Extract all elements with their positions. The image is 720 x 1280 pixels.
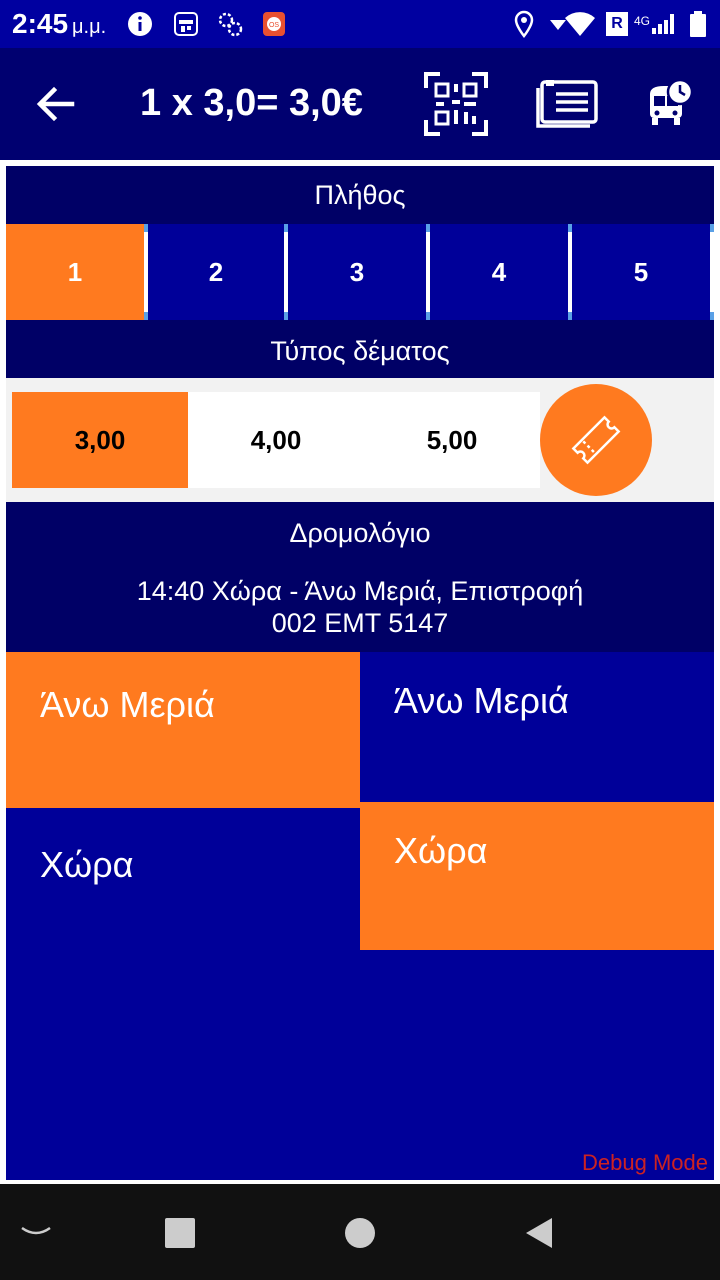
quantity-title: Πλήθος xyxy=(314,180,406,210)
issue-ticket-button[interactable] xyxy=(540,384,652,496)
svg-text:OS: OS xyxy=(269,22,279,29)
stop-label: Άνω Μεριά xyxy=(40,684,215,725)
quantity-option-1[interactable]: 1 xyxy=(6,224,144,320)
route-panel: Δρομολόγιο 14:40 Χώρα - Άνω Μεριά, Επιστ… xyxy=(6,502,714,1180)
app-notification-icon: OS xyxy=(263,12,285,36)
to-stop-ano-meria[interactable]: Άνω Μεριά xyxy=(360,652,714,802)
package-option-300[interactable]: 3,00 xyxy=(12,392,188,488)
settings-icon xyxy=(218,12,243,37)
roaming-badge: R xyxy=(606,12,628,36)
stop-label: Άνω Μεριά xyxy=(394,680,569,721)
quantity-header: Πλήθος xyxy=(6,166,714,224)
tickets-list-icon[interactable] xyxy=(536,76,600,130)
divider xyxy=(710,224,714,320)
package-title: Τύπος δέματος xyxy=(270,336,450,366)
status-time: 2:45 xyxy=(12,8,69,39)
store-icon xyxy=(174,12,198,36)
route-description: 14:40 Χώρα - Άνω Μεριά, Επιστροφή xyxy=(136,576,584,606)
route-header: Δρομολόγιο 14:40 Χώρα - Άνω Μεριά, Επιστ… xyxy=(6,502,714,652)
quantity-option-5[interactable]: 5 xyxy=(572,224,710,320)
quantity-option-4[interactable]: 4 xyxy=(430,224,568,320)
from-stop-chora[interactable]: Χώρα xyxy=(6,808,360,950)
bus-schedule-icon[interactable] xyxy=(646,78,694,130)
quantity-option-2[interactable]: 2 xyxy=(148,224,284,320)
toolbar: 1 x 3,0= 3,0€ xyxy=(0,48,720,160)
hide-keyboard-icon[interactable] xyxy=(18,1222,54,1242)
status-bar: 2:45 μ.μ. OS R 4G xyxy=(0,0,720,48)
ticket-icon xyxy=(571,415,621,465)
package-option-500[interactable]: 5,00 xyxy=(364,392,540,488)
qr-scan-icon[interactable] xyxy=(422,70,490,138)
cell-signal-icon xyxy=(652,14,674,34)
navigation-bar xyxy=(0,1184,720,1280)
route-title: Δρομολόγιο xyxy=(289,518,431,548)
to-stop-chora[interactable]: Χώρα xyxy=(360,802,714,950)
home-button[interactable] xyxy=(345,1218,375,1248)
status-ampm: μ.μ. xyxy=(72,16,107,38)
package-selector: 3,00 4,00 5,00 xyxy=(6,378,714,502)
recents-button[interactable] xyxy=(165,1218,195,1248)
stop-label: Χώρα xyxy=(394,830,488,871)
back-arrow-icon[interactable] xyxy=(36,86,76,122)
package-header: Τύπος δέματος xyxy=(6,320,714,378)
back-nav-icon[interactable] xyxy=(522,1216,554,1250)
network-type: 4G xyxy=(634,14,651,28)
order-summary: 1 x 3,0= 3,0€ xyxy=(140,82,363,124)
stop-label: Χώρα xyxy=(40,844,134,885)
route-vehicle: 002 ΕΜΤ 5147 xyxy=(271,608,449,638)
package-option-400[interactable]: 4,00 xyxy=(188,392,364,488)
wifi-icon xyxy=(565,12,595,37)
location-icon xyxy=(514,10,534,38)
quantity-option-3[interactable]: 3 xyxy=(288,224,426,320)
info-icon xyxy=(128,12,152,36)
quantity-selector: 1 2 3 4 5 xyxy=(6,224,714,320)
debug-mode-label: Debug Mode xyxy=(582,1150,708,1175)
from-stop-ano-meria[interactable]: Άνω Μεριά xyxy=(6,652,360,808)
battery-icon xyxy=(690,11,706,37)
